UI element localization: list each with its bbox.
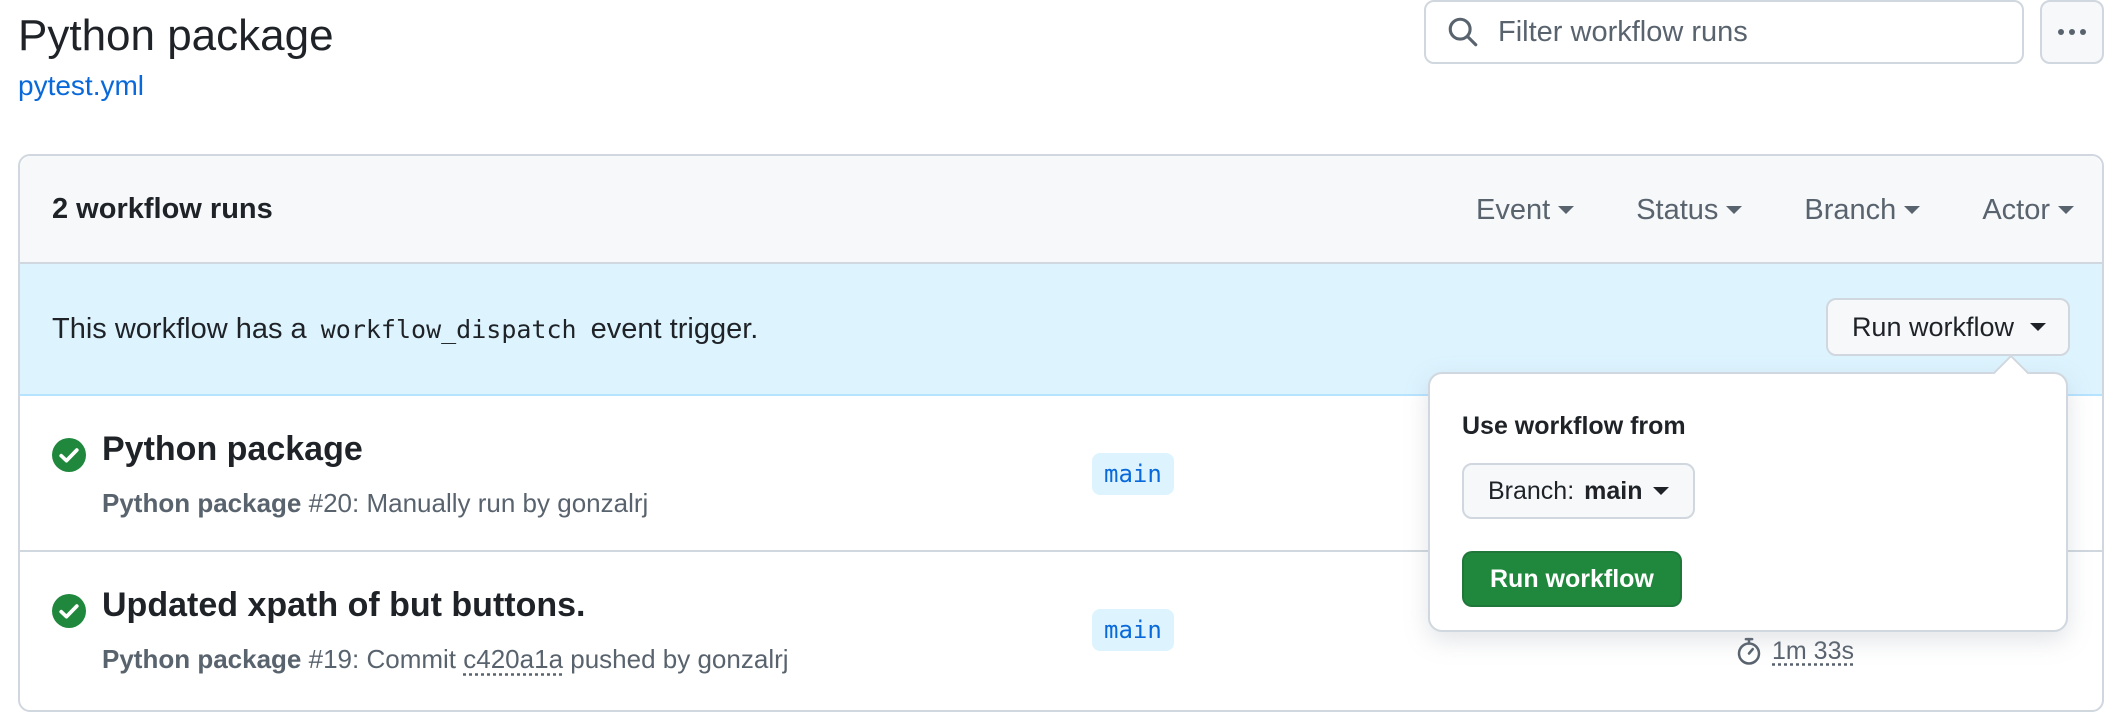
run-workflow-label: Run workflow — [1851, 311, 2014, 342]
run-workflow-name: Python package — [102, 644, 302, 674]
status-filter[interactable]: Status — [1636, 193, 1743, 227]
branch-select-button[interactable]: Branch: main — [1462, 463, 1695, 519]
run-meta: Python package #20: Manually run by gonz… — [102, 488, 648, 519]
dispatch-prefix: This workflow has a — [52, 312, 307, 345]
run-duration: 1m 33s — [1734, 636, 1854, 666]
status-filter-label: Status — [1636, 193, 1719, 226]
kebab-dot — [2069, 29, 2075, 35]
run-count: 2 workflow runs — [52, 192, 273, 225]
run-title[interactable]: Python package — [102, 430, 363, 469]
success-check-icon — [52, 438, 86, 472]
kebab-dot — [2058, 29, 2064, 35]
actor-filter-label: Actor — [1982, 193, 2050, 226]
dispatch-text: This workflow has a workflow_dispatch ev… — [52, 313, 758, 346]
commit-sha-link[interactable]: c420a1a — [463, 644, 563, 674]
runs-header: 2 workflow runs Event Status Branch Acto… — [20, 156, 2102, 264]
duration-text: 1m 33s — [1772, 636, 1854, 665]
event-filter[interactable]: Event — [1476, 193, 1575, 227]
caret-down-icon — [1558, 206, 1575, 214]
run-workflow-name: Python package — [102, 488, 302, 518]
page-title: Python package — [18, 11, 334, 60]
kebab-dot — [2080, 29, 2086, 35]
filter-menus: Event Status Branch Actor — [1476, 156, 2074, 264]
stopwatch-icon — [1737, 637, 1761, 665]
caret-down-icon — [2058, 206, 2074, 214]
filter-runs-search[interactable] — [1424, 0, 2024, 64]
run-detail: : Commit — [352, 644, 457, 674]
run-workflow-submit-button[interactable]: Run workflow — [1462, 551, 1682, 607]
branch-select-value: main — [1584, 476, 1643, 505]
branch-filter-label: Branch — [1804, 193, 1897, 226]
event-filter-label: Event — [1476, 193, 1551, 226]
branch-badge[interactable]: main — [1092, 453, 1174, 495]
search-input[interactable] — [1498, 15, 1998, 49]
branch-select-prefix: Branch: — [1488, 476, 1575, 505]
search-icon — [1448, 17, 1478, 47]
caret-down-icon — [2030, 323, 2046, 331]
run-number: #20 — [308, 488, 353, 518]
actor-filter[interactable]: Actor — [1982, 194, 2074, 227]
dispatch-suffix: event trigger. — [590, 312, 759, 345]
run-meta: Python package #19: Commit c420a1a pushe… — [102, 644, 789, 675]
run-workflow-dropdown-button[interactable]: Run workflow — [1825, 298, 2070, 356]
more-options-button[interactable] — [2040, 0, 2104, 64]
run-title[interactable]: Updated xpath of but buttons. — [102, 586, 586, 625]
branch-badge[interactable]: main — [1092, 609, 1174, 651]
branch-filter[interactable]: Branch — [1804, 193, 1921, 227]
caret-down-icon — [1726, 206, 1743, 214]
run-detail: : Manually run by gonzalrj — [352, 488, 649, 518]
caret-down-icon — [1652, 487, 1669, 495]
run-number: #19 — [308, 644, 353, 674]
run-workflow-popover: Use workflow from Branch: main Run workf… — [1428, 372, 2068, 632]
workflow-file-link[interactable]: pytest.yml — [18, 68, 144, 104]
success-check-icon — [52, 594, 86, 628]
run-detail-post: pushed by gonzalrj — [570, 644, 789, 674]
dispatch-code: workflow_dispatch — [320, 314, 577, 344]
caret-down-icon — [1904, 206, 1921, 214]
popover-label: Use workflow from — [1462, 412, 1686, 440]
